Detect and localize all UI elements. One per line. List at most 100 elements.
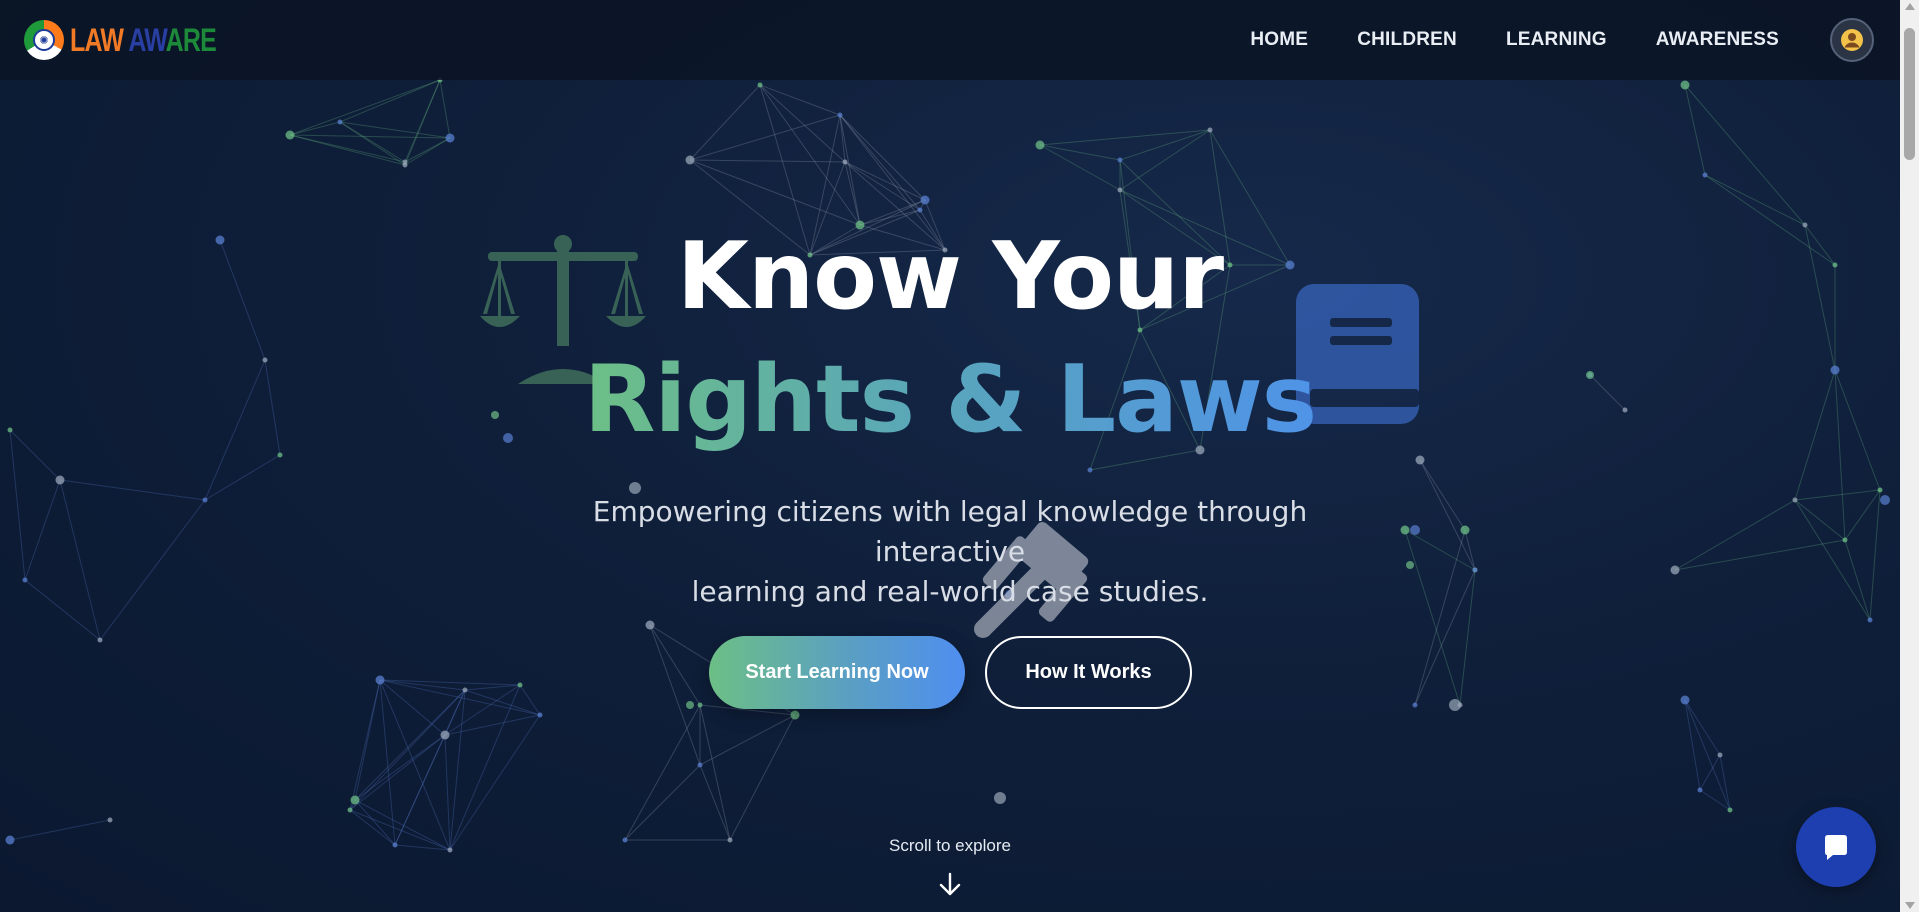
network-line [1794,499,1871,621]
network-line [59,479,206,501]
network-node [1035,140,1045,150]
network-line [624,764,701,841]
network-line [1719,754,1731,811]
network-node [1087,467,1093,473]
network-line [1464,529,1476,571]
nav-awareness[interactable]: AWARENESS [1656,29,1779,51]
hero-subtitle-line2: learning and real-world case studies. [691,575,1209,608]
network-node [686,701,694,709]
network-line [379,679,446,736]
hero-title-line2: Rights & Laws [0,345,1900,453]
network-node [1697,787,1703,793]
network-node [445,133,455,143]
network-line [1684,84,1806,226]
site-logo[interactable]: ✺ LAW AWARE [24,20,257,60]
network-node [1412,702,1418,708]
network-node [462,687,468,693]
network-line [1419,459,1466,531]
network-node [350,795,360,805]
scroll-down-arrow-icon[interactable] [1905,902,1915,909]
network-node [1117,187,1123,193]
network-line [699,704,731,841]
network-line [1684,699,1721,756]
network-node [842,159,848,165]
start-learning-button[interactable]: Start Learning Now [709,636,965,709]
network-line [339,121,451,139]
page-scrollbar[interactable] [1900,0,1919,912]
user-icon [1841,29,1863,51]
network-line [1119,129,1211,191]
network-line [689,84,761,161]
network-line [289,121,341,136]
network-line [289,134,451,139]
network-node [22,577,28,583]
network-node [994,792,1006,804]
network-line [444,734,451,851]
top-navbar: ✺ LAW AWARE HOME CHILDREN LEARNING AWARE… [0,0,1900,80]
chat-button[interactable] [1796,807,1876,887]
network-line [339,121,406,163]
main-nav: HOME CHILDREN LEARNING AWARENESS [1201,18,1874,62]
network-node [1880,495,1890,505]
hero-subtitle: Empowering citizens with legal knowledge… [530,492,1370,612]
network-node [757,82,763,88]
network-line [1039,129,1211,146]
network-line [839,114,921,211]
network-line [649,624,701,766]
scroll-up-arrow-icon[interactable] [1905,3,1915,10]
network-node [1406,561,1414,569]
network-line [59,479,101,641]
network-line [449,689,466,851]
network-line [519,684,541,716]
how-it-works-button[interactable]: How It Works [985,636,1192,709]
chat-icon [1825,835,1847,860]
network-line [439,79,451,139]
network-line [1704,174,1806,226]
network-node [685,155,695,165]
logo-wordmark: LAW AWARE [70,21,217,58]
network-node [1460,525,1470,535]
network-node [837,112,843,118]
network-line [759,84,841,116]
nav-home[interactable]: HOME [1250,29,1308,51]
network-node [517,682,523,688]
network-node [1680,80,1690,90]
network-line [1039,144,1121,191]
network-line [354,734,446,801]
network-line [1419,459,1476,571]
network-node [1680,695,1690,705]
network-node [285,130,295,140]
network-line [24,579,101,641]
scrollbar-thumb[interactable] [1904,28,1915,160]
network-line [649,624,701,706]
network-line [699,714,796,766]
network-line [1089,449,1201,471]
nav-learning[interactable]: LEARNING [1506,29,1607,51]
user-avatar-button[interactable] [1830,18,1874,62]
arrow-down-icon[interactable] [938,872,962,898]
network-line [1459,569,1476,706]
network-line [394,734,446,846]
nav-children[interactable]: CHILDREN [1357,29,1457,51]
network-line [729,714,796,841]
network-node [1877,487,1883,493]
network-node [1792,497,1798,503]
network-node [1410,525,1420,535]
hero-subtitle-line1: Empowering citizens with legal knowledge… [592,495,1308,568]
network-line [354,689,466,801]
network-line [689,159,846,163]
network-line [449,684,521,851]
network-line [699,764,731,841]
network-line [1844,489,1881,541]
network-node [1207,127,1213,133]
network-node [917,207,923,213]
network-line [289,79,441,136]
network-node [1867,617,1873,623]
network-line [1844,539,1871,621]
network-node [1727,807,1733,813]
network-node [202,497,208,503]
network-node [697,702,703,708]
network-line [289,134,406,163]
hero-title-gradient-text: Rights & Laws [583,345,1317,453]
network-line [1039,144,1121,161]
